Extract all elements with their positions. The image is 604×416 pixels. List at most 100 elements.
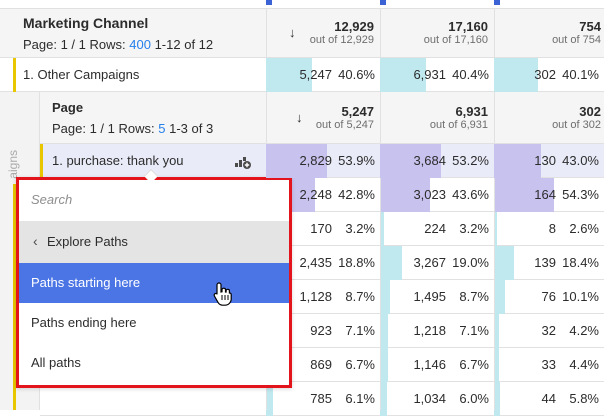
metric-value: 2,435 bbox=[299, 255, 332, 270]
metric-bar bbox=[380, 348, 388, 382]
metric-value: 3,684 bbox=[413, 153, 446, 168]
metric-value: 5,247 bbox=[299, 67, 332, 82]
metric-cell[interactable]: 164 54.3% bbox=[494, 178, 604, 212]
metric-bar bbox=[380, 314, 388, 348]
marketing-rows-dropdown[interactable]: 400 bbox=[129, 37, 151, 52]
menu-item-paths-starting-here[interactable]: Paths starting here bbox=[19, 263, 289, 303]
metric-cell[interactable]: 3,267 19.0% bbox=[380, 246, 494, 280]
marketing-total-col3: 754 out of 754 bbox=[494, 19, 601, 46]
metric-value: 3,023 bbox=[413, 187, 446, 202]
metric-value: 76 bbox=[541, 289, 556, 304]
metric-value: 869 bbox=[310, 357, 332, 372]
metric-percent: 7.1% bbox=[459, 323, 489, 338]
metric-percent: 5.8% bbox=[569, 391, 599, 406]
metric-cell[interactable]: 1,495 8.7% bbox=[380, 280, 494, 314]
metric-value: 224 bbox=[424, 221, 446, 236]
metric-value: 130 bbox=[534, 153, 556, 168]
metric-value: 1,218 bbox=[413, 323, 446, 338]
page-range-text: 1-3 of 3 bbox=[169, 121, 214, 136]
metric-value: 785 bbox=[310, 391, 332, 406]
metric-cell[interactable]: 44 5.8% bbox=[494, 382, 604, 416]
total-out-of: out of 12,929 bbox=[309, 34, 374, 46]
menu-item-paths-ending-here[interactable]: Paths ending here bbox=[19, 303, 289, 343]
metric-cell[interactable]: 8 2.6% bbox=[494, 212, 604, 246]
total-out-of: out of 754 bbox=[552, 34, 601, 46]
metric-cell[interactable]: 224 3.2% bbox=[380, 212, 494, 246]
metric-cell[interactable]: 6,931 40.4% bbox=[380, 58, 494, 92]
marketing-total-col2: 17,160 out of 17,160 bbox=[380, 19, 488, 46]
row-accent-bar bbox=[13, 58, 16, 92]
metric-value: 32 bbox=[541, 323, 556, 338]
metric-percent: 6.1% bbox=[345, 391, 375, 406]
metric-value: 3,267 bbox=[413, 255, 446, 270]
metric-cell[interactable]: 5,247 40.6% bbox=[266, 58, 380, 92]
total-out-of: out of 17,160 bbox=[423, 34, 488, 46]
metric-value: 2,829 bbox=[299, 153, 332, 168]
page-breakdown-header: Page Page: 1 / 1 Rows: 5 1-3 of 3 ↓ 5,24… bbox=[40, 92, 604, 144]
metric-cell[interactable]: 130 43.0% bbox=[494, 144, 604, 178]
marketing-total-col1: 12,929 out of 12,929 bbox=[266, 19, 374, 46]
page-rows-dropdown[interactable]: 5 bbox=[158, 121, 165, 136]
row-label[interactable]: 1. purchase: thank you bbox=[52, 153, 184, 168]
total-value: 5,247 bbox=[341, 104, 374, 119]
metric-percent: 40.6% bbox=[338, 67, 375, 82]
metric-bar bbox=[494, 246, 514, 280]
metric-percent: 4.2% bbox=[569, 323, 599, 338]
page-pagination: Page: 1 / 1 Rows: 5 1-3 of 3 bbox=[52, 121, 213, 136]
metric-bar bbox=[380, 382, 387, 416]
total-out-of: out of 5,247 bbox=[315, 119, 374, 131]
metric-cell[interactable]: 3,023 43.6% bbox=[380, 178, 494, 212]
chevron-left-icon: ‹ bbox=[33, 233, 38, 249]
metric-cell[interactable]: 33 4.4% bbox=[494, 348, 604, 382]
context-menu: Search ‹ Explore Paths Paths starting he… bbox=[16, 168, 292, 388]
metric-bar bbox=[380, 246, 402, 280]
page-breakdown-title[interactable]: Page bbox=[52, 100, 83, 115]
metric-value: 164 bbox=[534, 187, 556, 202]
metric-percent: 3.2% bbox=[459, 221, 489, 236]
metric-percent: 40.4% bbox=[452, 67, 489, 82]
metric-cell[interactable]: 3,684 53.2% bbox=[380, 144, 494, 178]
metric-percent: 18.8% bbox=[338, 255, 375, 270]
total-value: 6,931 bbox=[455, 104, 488, 119]
metric-bar bbox=[494, 280, 505, 314]
breakdown-flow-icon[interactable] bbox=[234, 152, 252, 170]
metric-value: 1,034 bbox=[413, 391, 446, 406]
metric-cell[interactable]: 32 4.2% bbox=[494, 314, 604, 348]
metric-cell[interactable]: 1,146 6.7% bbox=[380, 348, 494, 382]
metric-percent: 2.6% bbox=[569, 221, 599, 236]
page-total-col3: 302 out of 302 bbox=[494, 104, 601, 131]
metric-value: 6,931 bbox=[413, 67, 446, 82]
metric-cell[interactable]: 2,829 53.9% bbox=[266, 144, 380, 178]
metric-cell[interactable]: 302 40.1% bbox=[494, 58, 604, 92]
metric-cell[interactable]: 1,218 7.1% bbox=[380, 314, 494, 348]
metric-cell[interactable]: 76 10.1% bbox=[494, 280, 604, 314]
metric-bar bbox=[380, 280, 390, 314]
hand-cursor-icon bbox=[213, 281, 233, 307]
metric-value: 44 bbox=[541, 391, 556, 406]
metric-bar bbox=[494, 58, 538, 92]
metric-value: 302 bbox=[534, 67, 556, 82]
metric-percent: 3.2% bbox=[345, 221, 375, 236]
row-label[interactable]: 1. Other Campaigns bbox=[23, 67, 139, 82]
metric-cell[interactable]: 139 18.4% bbox=[494, 246, 604, 280]
row-accent-bar bbox=[40, 144, 43, 178]
metric-percent: 6.7% bbox=[459, 357, 489, 372]
marketing-channel-title[interactable]: Marketing Channel bbox=[23, 15, 148, 31]
metric-percent: 40.1% bbox=[562, 67, 599, 82]
total-out-of: out of 6,931 bbox=[429, 119, 488, 131]
page-total-col2: 6,931 out of 6,931 bbox=[380, 104, 488, 131]
metric-percent: 53.2% bbox=[452, 153, 489, 168]
metric-cell[interactable]: 1,034 6.0% bbox=[380, 382, 494, 416]
metric-value: 923 bbox=[310, 323, 332, 338]
menu-item-all-paths[interactable]: All paths bbox=[19, 343, 289, 383]
page-total-col1: 5,247 out of 5,247 bbox=[266, 104, 374, 131]
marketing-pagination: Page: 1 / 1 Rows: 400 1-12 of 12 bbox=[23, 37, 213, 52]
metric-percent: 4.4% bbox=[569, 357, 599, 372]
total-value: 17,160 bbox=[448, 19, 488, 34]
menu-search-input[interactable]: Search bbox=[31, 192, 72, 207]
explore-paths-back-button[interactable]: ‹ Explore Paths bbox=[19, 221, 289, 263]
metric-value: 170 bbox=[310, 221, 332, 236]
metric-percent: 18.4% bbox=[562, 255, 599, 270]
top-edge bbox=[0, 0, 604, 8]
metric-value: 1,146 bbox=[413, 357, 446, 372]
